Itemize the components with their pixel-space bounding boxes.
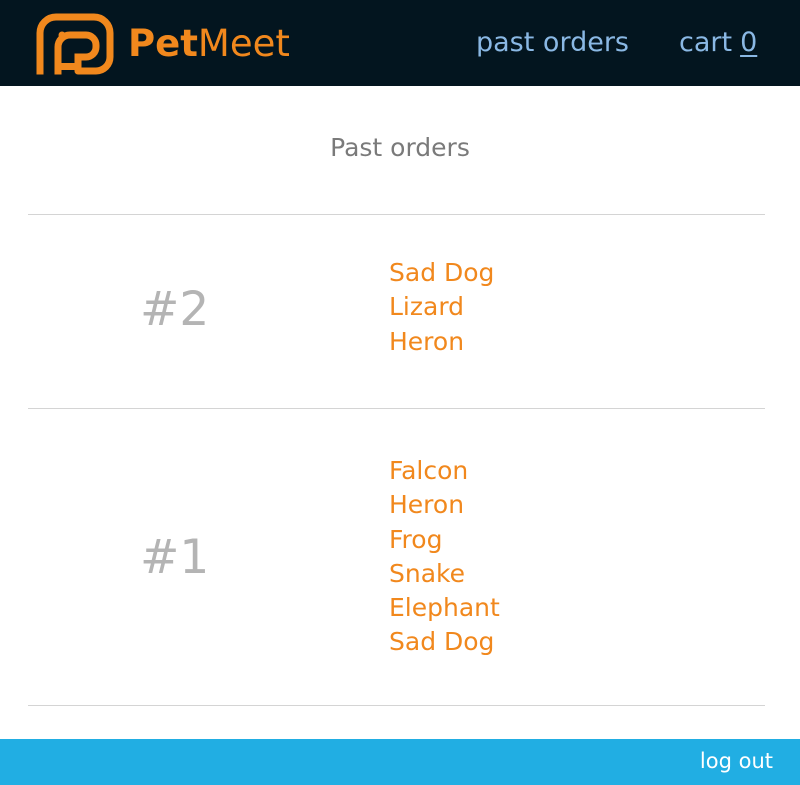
elephant-logo-icon[interactable] [36,13,114,75]
divider [28,705,765,706]
order-item-link[interactable]: Heron [389,325,494,359]
logout-link[interactable]: log out [700,747,773,775]
order-number: #1 [140,530,210,585]
order-item-list: Sad Dog Lizard Heron [389,256,494,359]
order-item-link[interactable]: Falcon [389,454,500,488]
cart-label: cart [679,27,733,58]
nav-cart-link[interactable]: cart 0 [679,26,757,60]
order-item-link[interactable]: Frog [389,523,500,557]
order-item-link[interactable]: Sad Dog [389,625,500,659]
nav-past-orders-link[interactable]: past orders [476,26,629,60]
brand-name-light: Meet [197,22,290,65]
footer-bar: log out [0,739,800,785]
order-item-link[interactable]: Lizard [389,290,494,324]
order-item-link[interactable]: Snake [389,557,500,591]
brand-name-bold: Pet [128,22,198,65]
order-number: #2 [140,282,210,337]
cart-count[interactable]: 0 [740,27,757,58]
order-item-link[interactable]: Elephant [389,591,500,625]
header-bar: PetMeet past orders cart 0 [0,0,800,86]
brand-name[interactable]: PetMeet [128,22,290,66]
order-item-list: Falcon Heron Frog Snake Elephant Sad Dog [389,454,500,660]
divider [28,214,765,215]
order-item-link[interactable]: Sad Dog [389,256,494,290]
order-item-link[interactable]: Heron [389,488,500,522]
divider [28,408,765,409]
page-title: Past orders [330,133,470,162]
